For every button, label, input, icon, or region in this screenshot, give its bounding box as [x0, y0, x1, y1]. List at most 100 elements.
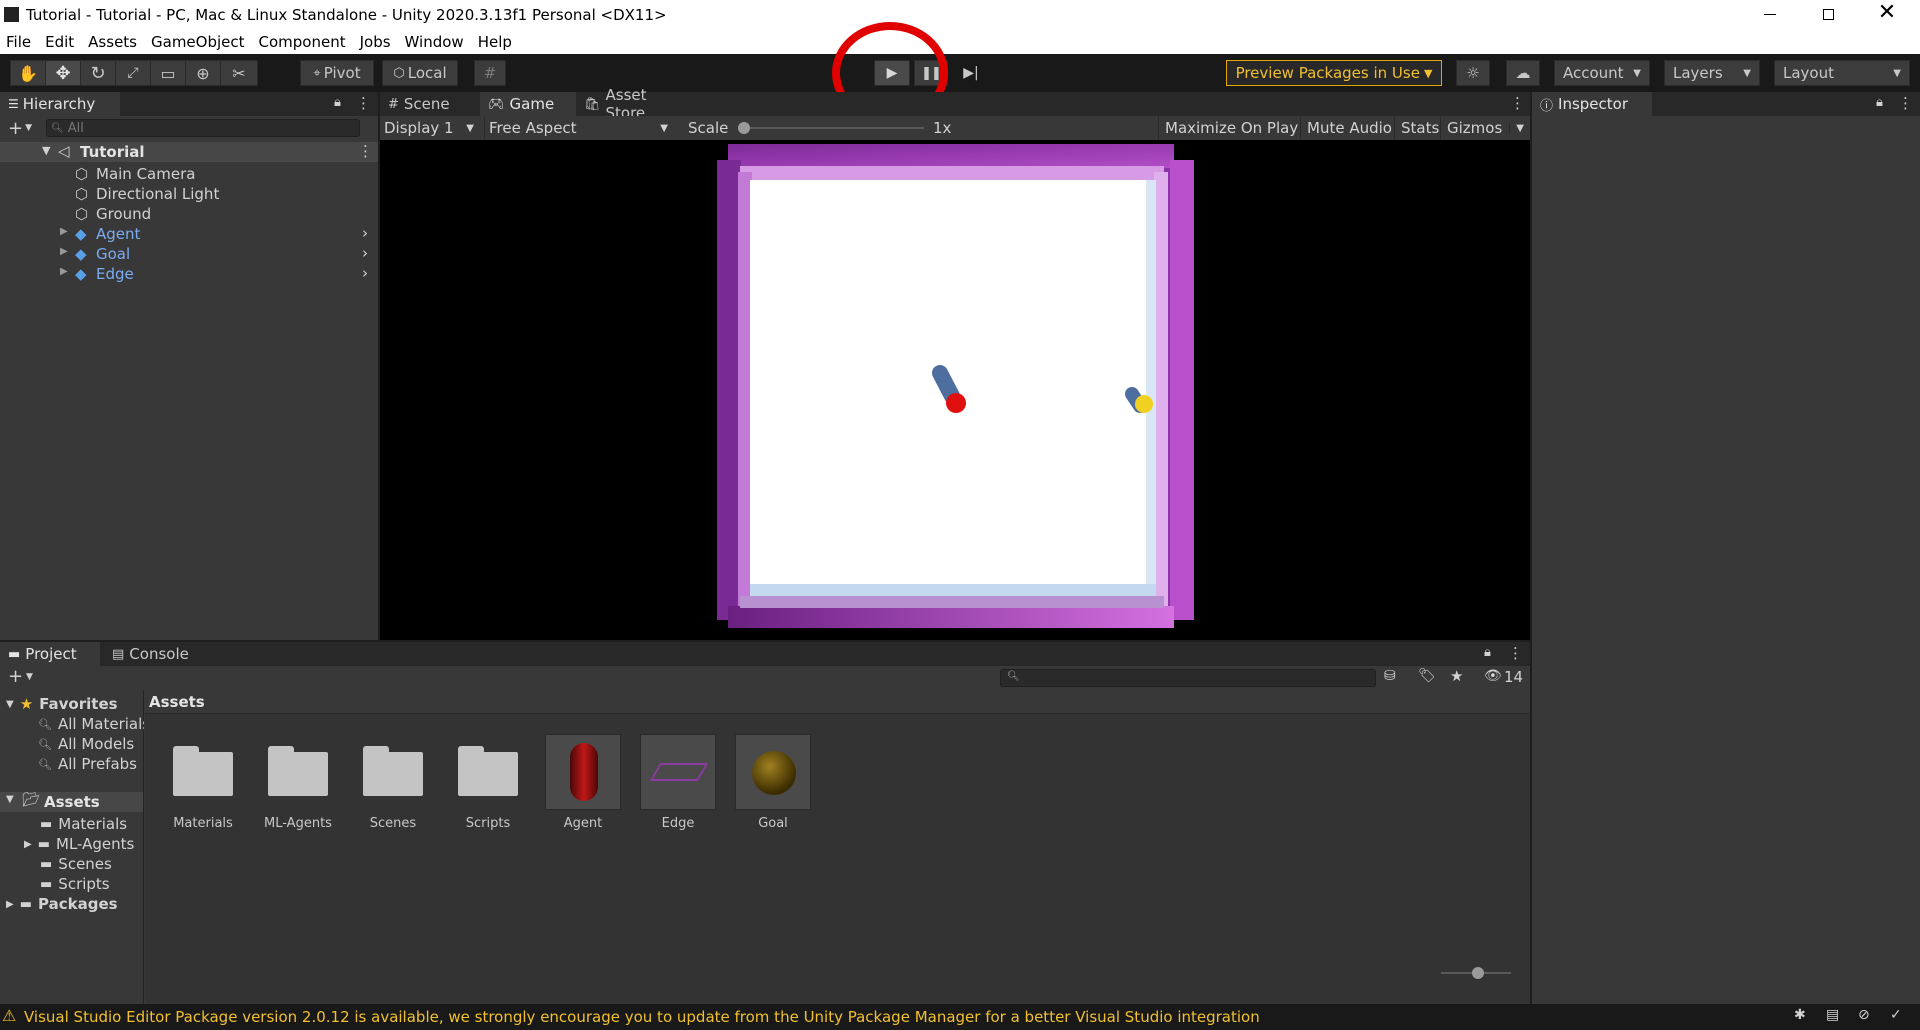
hierarchy-search[interactable]: 🔍︎ — [46, 119, 361, 137]
hierarchy-item[interactable]: ⬡ Main Camera — [0, 164, 378, 184]
hierarchy-search-input[interactable] — [67, 120, 348, 136]
tree-folder-item[interactable]: ▬ Scripts — [40, 874, 110, 894]
hierarchy-item[interactable]: ▶ ◆ Agent › — [0, 224, 378, 244]
star-icon[interactable]: ★ — [1450, 667, 1463, 685]
snap-grid-button[interactable]: # — [474, 60, 506, 86]
kebab-menu-icon[interactable]: ⋮ — [356, 94, 371, 112]
filter-type-icon[interactable]: ⛁ — [1384, 668, 1396, 684]
step-button[interactable]: ▶| — [954, 60, 988, 86]
tree-folder-item[interactable]: ▶ ▬ ML-Agents — [24, 834, 134, 854]
scale-tool-icon[interactable]: ⤢ — [116, 61, 151, 85]
add-icon[interactable]: + — [8, 666, 23, 687]
chevron-down-icon[interactable]: ▼ — [25, 123, 32, 133]
expand-arrow-icon[interactable]: ▶ — [60, 266, 68, 277]
account-dropdown[interactable]: Account ▼ — [1554, 60, 1650, 86]
expand-arrow-icon: ▶ — [6, 898, 14, 910]
hierarchy-item[interactable]: ⬡ Directional Light — [0, 184, 378, 204]
tab-hierarchy[interactable]: ☰ Hierarchy — [0, 92, 120, 116]
expand-arrow-icon[interactable]: ▶ — [60, 226, 68, 237]
chevron-down-icon[interactable]: ▼ — [26, 672, 33, 682]
tab-asset-store[interactable]: 🛍︎ Asset Store — [576, 86, 696, 122]
chevron-right-icon[interactable]: › — [362, 264, 368, 282]
scale-slider-handle[interactable] — [738, 122, 750, 134]
chevron-right-icon[interactable]: › — [362, 244, 368, 262]
status-message[interactable]: Visual Studio Editor Package version 2.0… — [24, 1008, 1260, 1026]
game-render[interactable] — [380, 140, 1530, 640]
favorites-label: Favorites — [39, 695, 118, 713]
favorite-item[interactable]: 🔍︎ All Materials — [38, 714, 144, 734]
progress-icon[interactable]: ▤ — [1826, 1007, 1839, 1023]
scale-slider-track[interactable] — [740, 127, 924, 129]
tree-folder-item[interactable]: ▬ Scenes — [40, 854, 112, 874]
kebab-menu-icon[interactable]: ⋮ — [1508, 644, 1523, 662]
layout-dropdown[interactable]: Layout ▼ — [1774, 60, 1910, 86]
tab-console[interactable]: ▤ Console — [104, 642, 204, 666]
kebab-menu-icon[interactable]: ⋮ — [1510, 94, 1525, 112]
aspect-dropdown[interactable]: Free Aspect ▼ — [484, 116, 674, 140]
asset-label: Goal — [758, 816, 788, 831]
stats-button[interactable]: Stats — [1394, 116, 1445, 140]
tab-game[interactable]: 🎮︎ Game — [480, 92, 576, 116]
expand-arrow-icon[interactable]: ▶ — [24, 839, 32, 850]
collab-button[interactable]: ☼ — [1456, 60, 1490, 86]
transform-tool-icon[interactable]: ⊕ — [186, 61, 221, 85]
hand-tool-icon[interactable]: ✋ — [11, 61, 46, 85]
display-dropdown[interactable]: Display 1 ▼ — [384, 116, 480, 140]
move-tool-icon[interactable]: ✥ — [46, 61, 81, 85]
minimize-icon[interactable] — [1760, 4, 1780, 24]
menu-assets[interactable]: Assets — [88, 33, 137, 51]
cloud-button[interactable]: ☁ — [1506, 60, 1540, 86]
zoom-slider-handle[interactable] — [1472, 967, 1484, 979]
menu-file[interactable]: File — [6, 33, 31, 51]
tag-icon[interactable]: 🏷︎ — [1418, 668, 1436, 684]
menu-component[interactable]: Component — [259, 33, 346, 51]
edge-inner-top — [740, 166, 1164, 180]
hierarchy-item[interactable]: ▶ ◆ Goal › — [0, 244, 378, 264]
expand-arrow-icon[interactable]: ▶ — [60, 246, 68, 257]
assets-row[interactable]: ▼ 📂︎ Assets — [0, 792, 143, 812]
expand-arrow-icon[interactable]: ▼ — [42, 144, 50, 157]
restore-icon[interactable] — [1818, 4, 1838, 24]
mute-audio-button[interactable]: Mute Audio — [1300, 116, 1398, 140]
tab-scene[interactable]: # Scene — [380, 92, 480, 116]
favorites-row[interactable]: ▼ ★ Favorites — [6, 694, 118, 714]
project-tree: ▼ ★ Favorites 🔍︎ All Materials 🔍︎ All Models 🔍… — [0, 690, 144, 1004]
project-search-input[interactable]: 🔍︎ — [1000, 669, 1376, 687]
breadcrumb-assets[interactable]: Assets — [149, 693, 205, 711]
check-circle-icon[interactable]: ✓ — [1890, 1007, 1902, 1023]
scene-row[interactable]: ▼ ◁ Tutorial ⋮ — [0, 142, 378, 162]
favorite-item[interactable]: 🔍︎ All Prefabs — [38, 754, 137, 774]
hierarchy-item[interactable]: ⬡ Ground — [0, 204, 378, 224]
tab-inspector[interactable]: ⓘ Inspector — [1532, 92, 1652, 116]
custom-tool-icon[interactable]: ✂ — [221, 61, 257, 85]
gizmos-dropdown[interactable]: Gizmos ▼ — [1440, 116, 1530, 140]
chevron-right-icon[interactable]: › — [362, 224, 368, 242]
rotate-tool-icon[interactable]: ↻ — [81, 61, 116, 85]
hierarchy-item[interactable]: ▶ ◆ Edge › — [0, 264, 378, 284]
preview-packages-button[interactable]: Preview Packages in Use ▼ — [1226, 60, 1442, 86]
tree-folder-item[interactable]: ▬ Materials — [40, 814, 127, 834]
tab-project[interactable]: ▬ Project — [0, 642, 100, 666]
add-icon[interactable]: + — [8, 118, 23, 139]
local-button[interactable]: ⬡ Local — [382, 60, 458, 86]
lock-icon[interactable]: 🔒︎ — [1484, 645, 1491, 660]
menu-jobs[interactable]: Jobs — [360, 33, 391, 51]
bug-icon[interactable]: ✱ — [1794, 1007, 1806, 1023]
favorite-item[interactable]: 🔍︎ All Models — [38, 734, 134, 754]
lock-icon[interactable]: 🔒︎ — [334, 95, 341, 110]
hidden-eye-icon[interactable]: 👁︎ — [1484, 668, 1502, 684]
menu-edit[interactable]: Edit — [45, 33, 74, 51]
pivot-button[interactable]: ⌖ Pivot — [300, 60, 374, 86]
lock-icon[interactable]: 🔒︎ — [1876, 95, 1883, 110]
kebab-menu-icon[interactable]: ⋮ — [358, 142, 373, 160]
menu-gameobject[interactable]: GameObject — [151, 33, 245, 51]
rect-tool-icon[interactable]: ▭ — [151, 61, 186, 85]
layers-dropdown[interactable]: Layers ▼ — [1664, 60, 1760, 86]
menu-window[interactable]: Window — [405, 33, 464, 51]
menu-help[interactable]: Help — [478, 33, 512, 51]
close-icon[interactable]: ✕ — [1876, 2, 1898, 26]
maximize-on-play-button[interactable]: Maximize On Play — [1158, 116, 1304, 140]
kebab-menu-icon[interactable]: ⋮ — [1898, 94, 1913, 112]
packages-row[interactable]: ▶ ▬ Packages — [6, 894, 118, 914]
auto-generate-icon[interactable]: ⊘ — [1858, 1007, 1870, 1023]
